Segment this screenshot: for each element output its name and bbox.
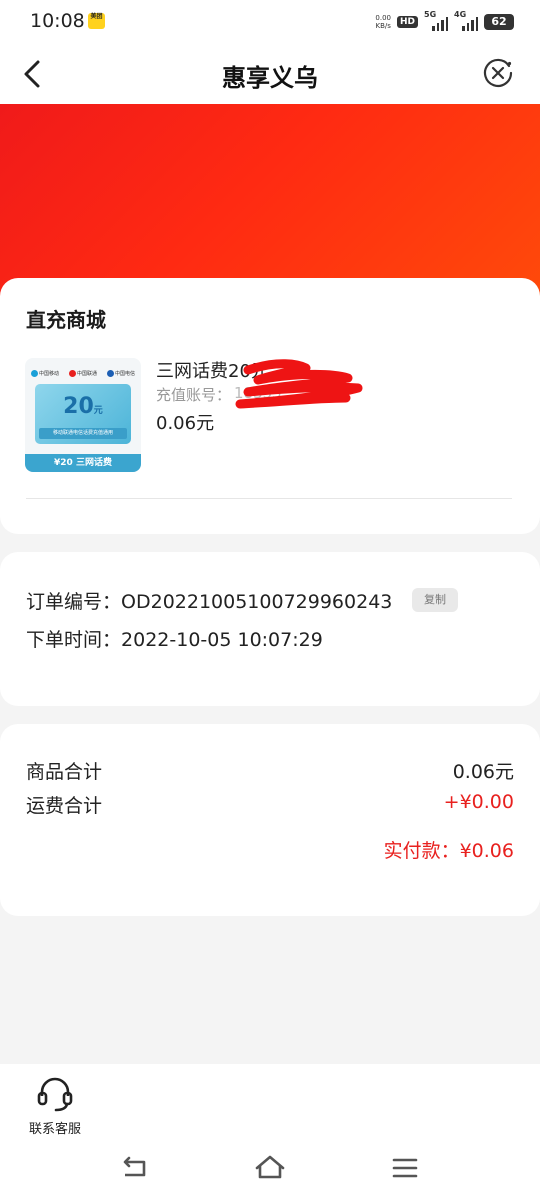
system-home-button[interactable] <box>250 1148 290 1188</box>
redaction-scribble <box>235 359 363 409</box>
hero-banner <box>0 104 540 300</box>
thumbnail-footer: ¥20 三网话费 <box>25 454 141 472</box>
china-mobile-logo: 中国移动 <box>31 369 60 377</box>
copy-button[interactable]: 复制 <box>412 588 458 612</box>
battery-icon: 62 <box>484 14 514 30</box>
close-button[interactable] <box>482 57 514 89</box>
page-title: 惠享义乌 <box>222 64 318 92</box>
net-speed-value: 0.00 <box>375 14 391 22</box>
goods-total-label: 商品合计 <box>26 761 103 783</box>
contact-service-label: 联系客服 <box>28 1122 81 1137</box>
carrier-logos: 中国移动 中国联通 中国电信 <box>31 364 135 382</box>
signal-4g-icon: 4G <box>454 10 478 31</box>
paid-amount-label: 实付款： <box>383 840 460 862</box>
shipping-total-label: 运费合计 <box>26 795 103 817</box>
status-bar: 10:08 美团 0.00 KB/s HD 5G 4G 62 <box>0 0 540 44</box>
system-back-button[interactable] <box>114 1148 154 1188</box>
china-telecom-logo-text: 中国电信 <box>114 370 135 377</box>
net-speed: 0.00 KB/s <box>375 14 391 30</box>
menu-icon <box>392 1158 418 1178</box>
signal-5g-icon: 5G <box>424 10 448 31</box>
paid-amount-value: ¥0.06 <box>459 840 514 862</box>
order-number-row: 订单编号：OD20221005100729960243 <box>26 587 392 614</box>
contact-service-button[interactable]: 联系客服 <box>20 1074 90 1137</box>
paid-amount-row: 实付款：¥0.06 <box>384 836 514 863</box>
net-speed-unit: KB/s <box>375 22 391 30</box>
nav-bar: 惠享义乌 <box>0 44 540 104</box>
headset-icon <box>37 1077 73 1112</box>
product-price: 0.06元 <box>156 413 215 434</box>
meituan-app-icon: 美团 <box>88 13 105 29</box>
china-mobile-logo-text: 中国移动 <box>39 370 60 377</box>
recharge-account-label: 充值账号： <box>156 386 232 404</box>
card-amount: 20元 <box>35 394 131 419</box>
totals-card <box>0 724 540 916</box>
order-time-row: 下单时间：2022-10-05 10:07:29 <box>26 625 323 652</box>
hd-icon: HD <box>396 16 418 28</box>
status-indicators: 0.00 KB/s HD 5G 4G 62 <box>375 10 514 32</box>
order-time-value: 2022-10-05 10:07:29 <box>121 629 323 651</box>
home-icon <box>255 1155 285 1179</box>
order-number-value: OD20221005100729960243 <box>121 591 393 613</box>
card-amount-unit: 元 <box>93 406 103 416</box>
close-circle-icon <box>483 58 513 88</box>
product-thumbnail[interactable]: 中国移动 中国联通 中国电信 20元 移动联通电信话费充值通用 ¥20 三网话费 <box>25 358 141 472</box>
signal-4g-label: 4G <box>454 10 467 19</box>
china-telecom-logo: 中国电信 <box>106 369 135 377</box>
shop-title: 直充商城 <box>26 308 106 332</box>
divider <box>26 498 512 499</box>
signal-5g-label: 5G <box>424 10 437 19</box>
card-note: 移动联通电信话费充值通用 <box>39 428 127 439</box>
back-arrow-icon <box>123 1156 146 1177</box>
system-menu-button[interactable] <box>385 1148 425 1188</box>
shipping-total-value: +¥0.00 <box>443 791 514 813</box>
order-number-label: 订单编号： <box>26 591 122 613</box>
order-time-label: 下单时间： <box>26 629 122 651</box>
card-amount-value: 20 <box>63 394 94 419</box>
china-unicom-logo: 中国联通 <box>68 369 97 377</box>
china-unicom-logo-text: 中国联通 <box>76 370 97 377</box>
status-time: 10:08 <box>30 10 85 32</box>
goods-total-value: 0.06元 <box>452 761 514 783</box>
recharge-card-image: 20元 移动联通电信话费充值通用 <box>35 384 131 444</box>
